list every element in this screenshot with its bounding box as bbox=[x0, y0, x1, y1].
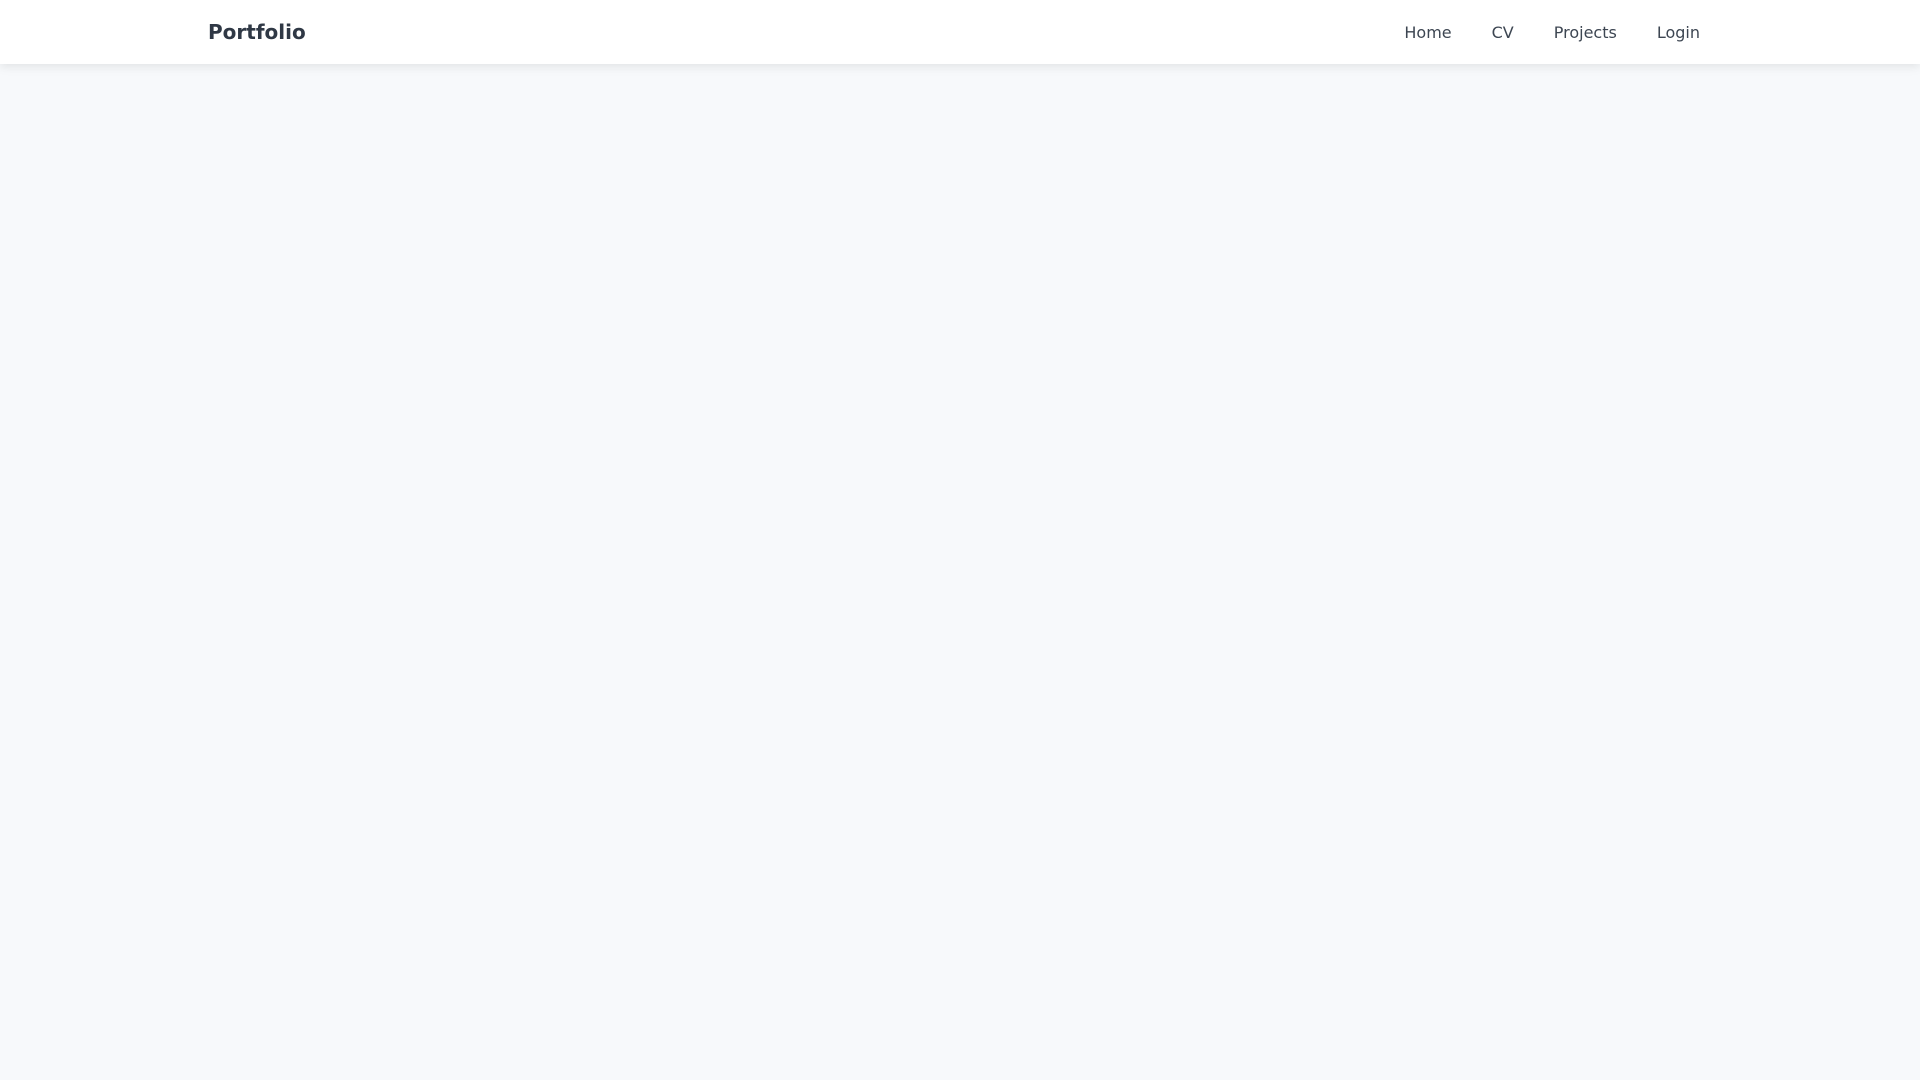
brand-logo-link[interactable]: Portfolio bbox=[208, 0, 306, 64]
nav-link-cv[interactable]: CV bbox=[1492, 23, 1514, 42]
nav-link-login[interactable]: Login bbox=[1657, 23, 1700, 42]
top-navbar: Portfolio Home CV Projects Login bbox=[0, 0, 1920, 64]
nav-menu: Home CV Projects Login bbox=[1404, 0, 1700, 64]
nav-link-home[interactable]: Home bbox=[1404, 23, 1451, 42]
main-content-area bbox=[0, 64, 1920, 1080]
nav-link-projects[interactable]: Projects bbox=[1554, 23, 1617, 42]
